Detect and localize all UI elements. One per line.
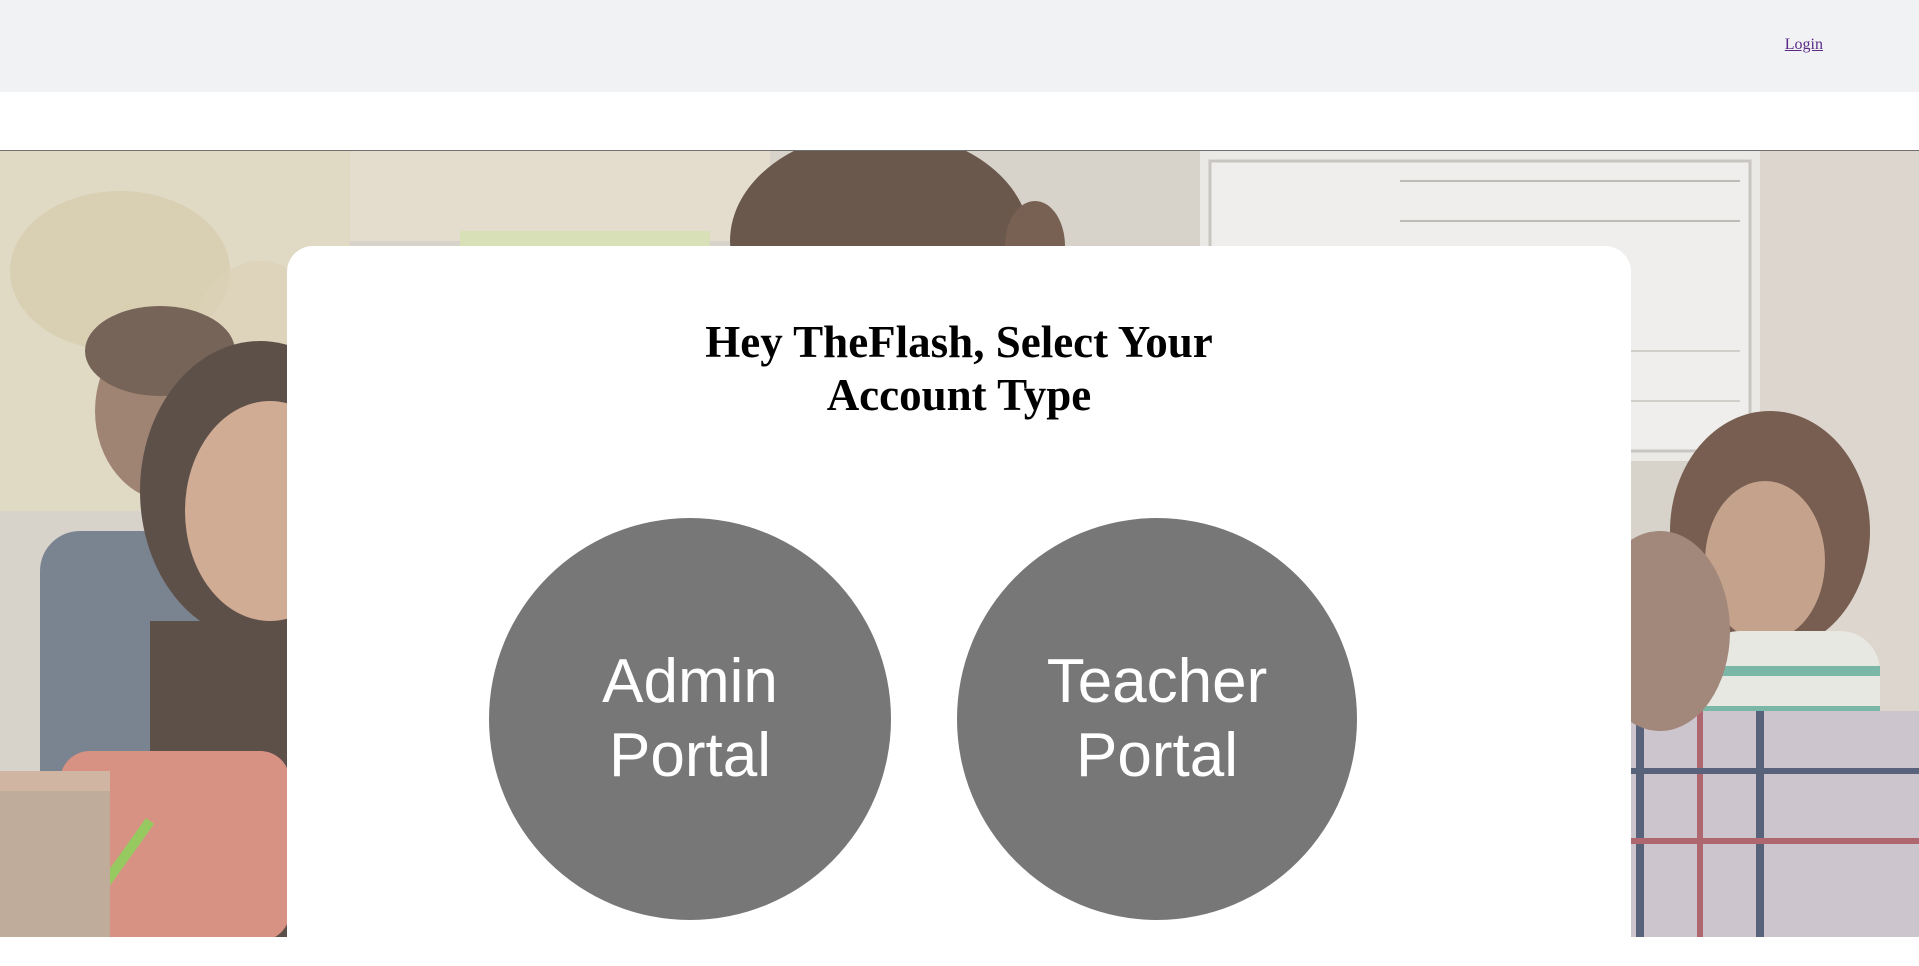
teacher-portal-label-line-1: Teacher xyxy=(1046,647,1268,716)
teacher-portal-label-line-2: Portal xyxy=(1076,721,1238,790)
account-type-card: Hey TheFlash, Select Your Account Type A… xyxy=(287,246,1631,966)
admin-portal-label-line-1: Admin xyxy=(602,647,778,716)
page-title-line-2: Account Type xyxy=(826,370,1092,420)
top-navbar: Login xyxy=(0,0,1919,92)
admin-portal-button[interactable]: Admin Portal xyxy=(489,518,891,920)
admin-portal-label-line-2: Portal xyxy=(609,721,771,790)
page-title-line-1: Hey TheFlash, Select Your xyxy=(705,317,1213,367)
page-title: Hey TheFlash, Select Your Account Type xyxy=(287,316,1631,422)
teacher-portal-button[interactable]: Teacher Portal xyxy=(957,518,1357,920)
login-link[interactable]: Login xyxy=(1785,36,1823,54)
